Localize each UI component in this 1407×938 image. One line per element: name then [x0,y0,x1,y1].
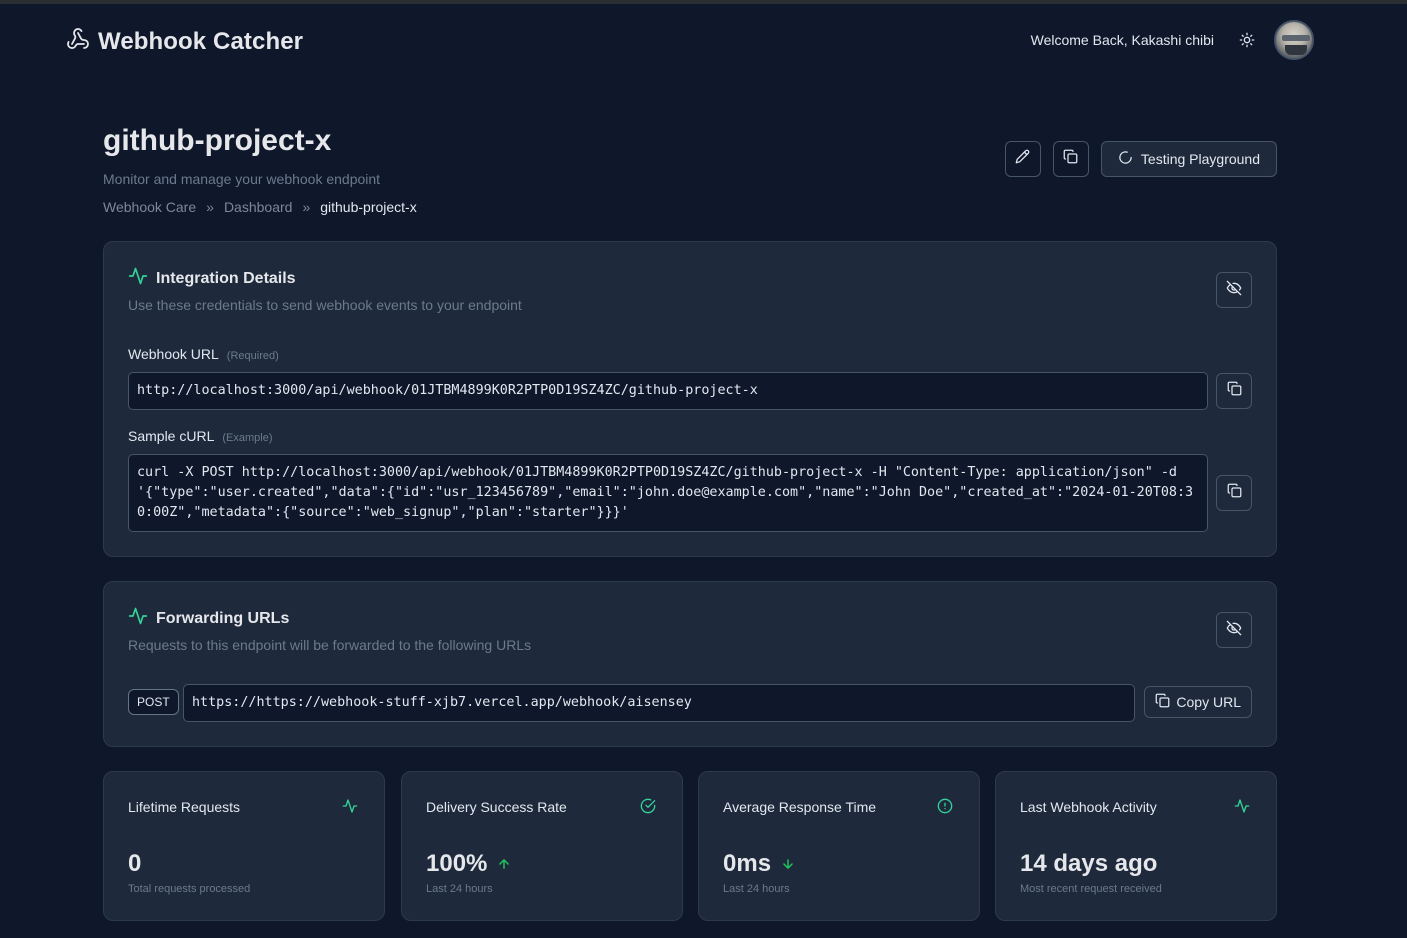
webhook-url-label: Webhook URL (Required) [128,346,279,362]
stat-sub: Last 24 hours [723,883,790,895]
copy-webhook-url-button[interactable] [1216,373,1252,409]
stat-label: Lifetime Requests [128,799,241,815]
page-subtitle: Monitor and manage your webhook endpoint [103,171,381,187]
activity-icon [128,606,148,631]
brand[interactable]: Webhook Catcher [66,27,303,56]
integration-title-text: Integration Details [156,269,296,287]
copy-icon [1063,149,1078,169]
forwarding-description: Requests to this endpoint will be forwar… [128,637,532,653]
forwarding-title-text: Forwarding URLs [156,609,290,627]
stat-value: 0 [128,850,141,878]
stat-sub: Total requests processed [128,883,251,895]
welcome-text: Welcome Back, Kakashi chibi [1030,32,1214,48]
edit-button[interactable] [1004,141,1041,177]
sample-curl-label: Sample cURL (Example) [128,428,273,444]
breadcrumb: Webhook Care » Dashboard » github-projec… [103,199,417,215]
stat-value: 100% [426,850,511,878]
check-circle-icon [640,798,658,816]
copy-url-button[interactable]: Copy URL [1144,686,1252,718]
activity-icon [342,798,360,816]
activity-icon [1234,798,1252,816]
forwarding-url-field[interactable]: https://https://webhook-stuff-xjb7.verce… [183,684,1135,722]
breadcrumb-separator: » [302,199,311,215]
stat-value-text: 100% [426,850,488,877]
brand-name: Webhook Catcher [98,27,304,55]
avatar[interactable] [1274,20,1314,60]
forwarding-urls-card: Forwarding URLs Requests to this endpoin… [103,581,1277,747]
webhook-icon [66,27,90,56]
arrow-down-icon [781,850,795,878]
testing-playground-button[interactable]: Testing Playground [1100,141,1277,177]
eye-off-icon [1226,620,1242,641]
loader-icon [1118,150,1133,168]
breadcrumb-item-webhook-care[interactable]: Webhook Care [103,199,196,215]
breadcrumb-separator: » [206,199,214,215]
duplicate-button[interactable] [1052,141,1089,177]
stat-label: Average Response Time [723,799,877,815]
webhook-url-hint: (Required) [226,350,279,362]
pencil-icon [1015,149,1030,169]
breadcrumb-item-dashboard[interactable]: Dashboard [224,199,293,215]
integration-details-card: Integration Details Use these credential… [103,241,1277,557]
webhook-url-label-text: Webhook URL [128,346,219,362]
arrow-up-icon [497,850,511,878]
header-actions: Testing Playground [1004,141,1277,177]
stat-value: 0ms [723,850,795,878]
activity-icon [128,266,148,291]
navbar: Webhook Catcher Welcome Back, Kakashi ch… [0,4,1407,76]
alert-circle-icon [937,798,955,816]
stat-value-text: 14 days ago [1020,850,1158,877]
webhook-url-field[interactable]: http://localhost:3000/api/webhook/01JTBM… [128,372,1208,410]
stat-label: Last Webhook Activity [1020,799,1157,815]
testing-playground-label: Testing Playground [1140,151,1260,167]
copy-icon [1155,693,1170,711]
sample-curl-field[interactable]: curl -X POST http://localhost:3000/api/w… [128,454,1208,532]
stat-label: Delivery Success Rate [426,799,567,815]
sample-curl-label-text: Sample cURL [128,428,215,444]
sample-curl-hint: (Example) [222,432,273,444]
copy-url-label: Copy URL [1176,694,1241,710]
stat-value-text: 0ms [723,850,772,877]
copy-icon [1227,381,1242,401]
sun-icon[interactable] [1238,31,1256,49]
breadcrumb-item-current: github-project-x [320,199,417,215]
page-title: github-project-x [103,124,332,157]
toggle-visibility-button[interactable] [1216,272,1252,308]
nav-right: Welcome Back, Kakashi chibi [1031,20,1314,60]
copy-icon [1227,483,1242,503]
stat-value: 14 days ago [1020,850,1157,878]
method-badge: POST [128,689,179,715]
toggle-forwarding-visibility-button[interactable] [1216,612,1252,648]
stat-sub: Last 24 hours [426,883,493,895]
stat-value-text: 0 [128,850,142,877]
stat-sub: Most recent request received [1020,883,1162,895]
stat-last-webhook-activity: Last Webhook Activity 14 days ago Most r… [995,771,1277,921]
stat-delivery-success-rate: Delivery Success Rate 100% Last 24 hours [401,771,683,921]
forwarding-title: Forwarding URLs [128,606,289,631]
copy-curl-button[interactable] [1216,475,1252,511]
stat-lifetime-requests: Lifetime Requests 0 Total requests proce… [103,771,385,921]
integration-description: Use these credentials to send webhook ev… [128,297,522,313]
integration-title: Integration Details [128,266,296,291]
stat-average-response-time: Average Response Time 0ms Last 24 hours [698,771,980,921]
eye-off-icon [1226,280,1242,301]
